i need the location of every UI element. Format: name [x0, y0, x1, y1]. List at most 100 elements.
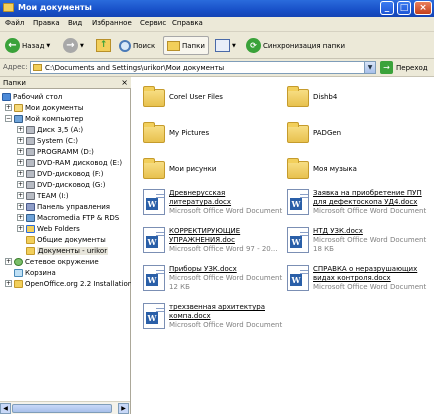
- expand-icon[interactable]: +: [17, 192, 24, 199]
- toolbar: ← Назад ▼ → ▼ ↑ Поиск Папки ▼ ⟳ Синхрони…: [0, 32, 434, 59]
- folder-item[interactable]: Corel User Files: [143, 83, 223, 107]
- tree-item-desktop[interactable]: Рабочий стол: [2, 91, 62, 102]
- folder-item[interactable]: Моя музыка: [287, 155, 357, 179]
- file-list-pane: Corel User Files Dishb4 My Pictures PADG…: [131, 77, 434, 414]
- folder-icon: [14, 279, 23, 288]
- tree-item-control-panel[interactable]: + Панель управления: [17, 201, 110, 212]
- document-item[interactable]: W Заявка на приобретение ПУП для дефекто…: [287, 189, 426, 216]
- menu-bar: Файл Правка Вид Избранное Сервис Справка: [0, 17, 434, 32]
- folder-icon: [3, 3, 14, 12]
- sync-icon: ⟳: [246, 38, 261, 53]
- views-icon: [215, 39, 230, 52]
- word-document-icon: W: [287, 189, 309, 215]
- collapse-icon[interactable]: −: [5, 115, 12, 122]
- tree-item-drive-f[interactable]: + DVD-дисковод (F:): [17, 168, 104, 179]
- document-item[interactable]: W Древнерусская литература.docx Microsof…: [143, 189, 282, 216]
- tree-item-drive-a[interactable]: + Диск 3,5 (A:): [17, 124, 83, 135]
- word-document-icon: W: [143, 227, 165, 253]
- expand-icon[interactable]: +: [17, 203, 24, 210]
- document-item[interactable]: W КОРРЕКТИРУЮЩИЕ УПРАЖНЕНИЯ.doc Microsof…: [143, 227, 277, 254]
- search-button[interactable]: Поиск: [119, 36, 155, 55]
- sync-folder-button[interactable]: ⟳ Синхронизация папки: [246, 36, 345, 55]
- control-panel-icon: [26, 202, 35, 211]
- tree-item-drive-e[interactable]: + DVD-RAM дисковод (E:): [17, 157, 122, 168]
- drive-icon: [26, 191, 35, 200]
- menu-edit[interactable]: Правка: [33, 19, 60, 27]
- tree-item-recycle-bin[interactable]: Корзина: [5, 267, 56, 278]
- menu-help[interactable]: Справка: [172, 19, 203, 27]
- drive-icon: [26, 136, 35, 145]
- folder-icon: [26, 246, 35, 255]
- expand-icon[interactable]: +: [5, 104, 12, 111]
- tree-item-drive-c[interactable]: + System (C:): [17, 135, 78, 146]
- expand-icon[interactable]: +: [17, 170, 24, 177]
- folders-pane: Папки × Рабочий стол + Мои документы − М…: [0, 77, 138, 414]
- menu-favorites[interactable]: Избранное: [92, 19, 132, 27]
- dvd-icon: [26, 158, 35, 167]
- minimize-button[interactable]: _: [380, 1, 394, 15]
- folder-item[interactable]: Dishb4: [287, 83, 337, 107]
- documents-icon: [14, 103, 23, 112]
- tree-item-shared-documents[interactable]: Общие документы: [17, 234, 106, 245]
- menu-tools[interactable]: Сервис: [140, 19, 166, 27]
- go-button[interactable]: → Переход: [380, 61, 428, 74]
- tree-item-documents-urikor[interactable]: Документы - urikor: [17, 245, 109, 256]
- folders-pane-header: Папки ×: [0, 77, 131, 89]
- tree-item-drive-d[interactable]: + PROGRAMM (D:): [17, 146, 94, 157]
- recycle-bin-icon: [14, 268, 23, 277]
- dvd-icon: [26, 169, 35, 178]
- expand-icon[interactable]: +: [17, 225, 24, 232]
- network-icon: [14, 257, 23, 266]
- back-arrow-icon: ←: [5, 38, 20, 53]
- close-button[interactable]: ×: [414, 1, 432, 15]
- tree-item-macromedia-ftp[interactable]: + Macromedia FTP & RDS: [17, 212, 119, 223]
- chevron-down-icon: ▼: [232, 42, 236, 49]
- desktop-icon: [2, 92, 11, 101]
- dvd-icon: [26, 180, 35, 189]
- folder-icon: [33, 64, 42, 71]
- word-document-icon: W: [287, 227, 309, 253]
- tree-item-my-documents[interactable]: + Мои документы: [5, 102, 83, 113]
- folder-icon: [143, 122, 165, 143]
- expand-icon[interactable]: +: [17, 214, 24, 221]
- document-item[interactable]: W трехзвенная архитектура компа.docx Mic…: [143, 303, 282, 330]
- tree-item-web-folders[interactable]: + Web Folders: [17, 223, 80, 234]
- views-button[interactable]: ▼: [215, 36, 236, 55]
- tree-item-drive-g[interactable]: + DVD-дисковод (G:): [17, 179, 105, 190]
- folder-item[interactable]: My Pictures: [143, 119, 209, 143]
- scroll-thumb[interactable]: [12, 404, 112, 413]
- horizontal-scrollbar[interactable]: ◀ ▶: [0, 401, 130, 414]
- expand-icon[interactable]: +: [5, 280, 12, 287]
- address-label: Адрес:: [3, 63, 28, 71]
- back-button[interactable]: ← Назад ▼: [5, 36, 50, 55]
- word-document-icon: W: [143, 189, 165, 215]
- document-item[interactable]: W НТД УЗК.docx Microsoft Office Word Doc…: [287, 227, 426, 254]
- up-button[interactable]: ↑: [96, 36, 111, 55]
- expand-icon[interactable]: +: [17, 137, 24, 144]
- folders-button[interactable]: Папки: [163, 36, 209, 55]
- document-item[interactable]: W СПРАВКА о неразрушающих видах контроля…: [287, 265, 426, 292]
- tree-item-my-computer[interactable]: − Мой компьютер: [5, 113, 83, 124]
- folder-item[interactable]: Мои рисунки: [143, 155, 216, 179]
- tree-item-network[interactable]: + Сетевое окружение: [5, 256, 99, 267]
- address-dropdown-button[interactable]: ▼: [364, 62, 375, 73]
- expand-icon[interactable]: +: [17, 181, 24, 188]
- maximize-button[interactable]: □: [397, 1, 411, 15]
- drive-icon: [26, 147, 35, 156]
- tree-item-openoffice[interactable]: + OpenOffice.org 2.2 Installation F: [5, 278, 138, 289]
- scroll-left-button[interactable]: ◀: [0, 403, 11, 414]
- address-input[interactable]: C:\Documents and Settings\urikor\Мои док…: [30, 61, 376, 74]
- menu-file[interactable]: Файл: [5, 19, 24, 27]
- close-pane-button[interactable]: ×: [121, 78, 128, 87]
- expand-icon[interactable]: +: [17, 159, 24, 166]
- scroll-right-button[interactable]: ▶: [118, 403, 129, 414]
- folder-icon: [143, 86, 165, 107]
- folder-item[interactable]: PADGen: [287, 119, 341, 143]
- menu-view[interactable]: Вид: [68, 19, 82, 27]
- tree-item-drive-i[interactable]: + TEAM (I:): [17, 190, 69, 201]
- expand-icon[interactable]: +: [17, 148, 24, 155]
- expand-icon[interactable]: +: [17, 126, 24, 133]
- document-item[interactable]: W Приборы УЗК.docx Microsoft Office Word…: [143, 265, 282, 292]
- forward-button[interactable]: → ▼: [63, 36, 84, 55]
- expand-icon[interactable]: +: [5, 258, 12, 265]
